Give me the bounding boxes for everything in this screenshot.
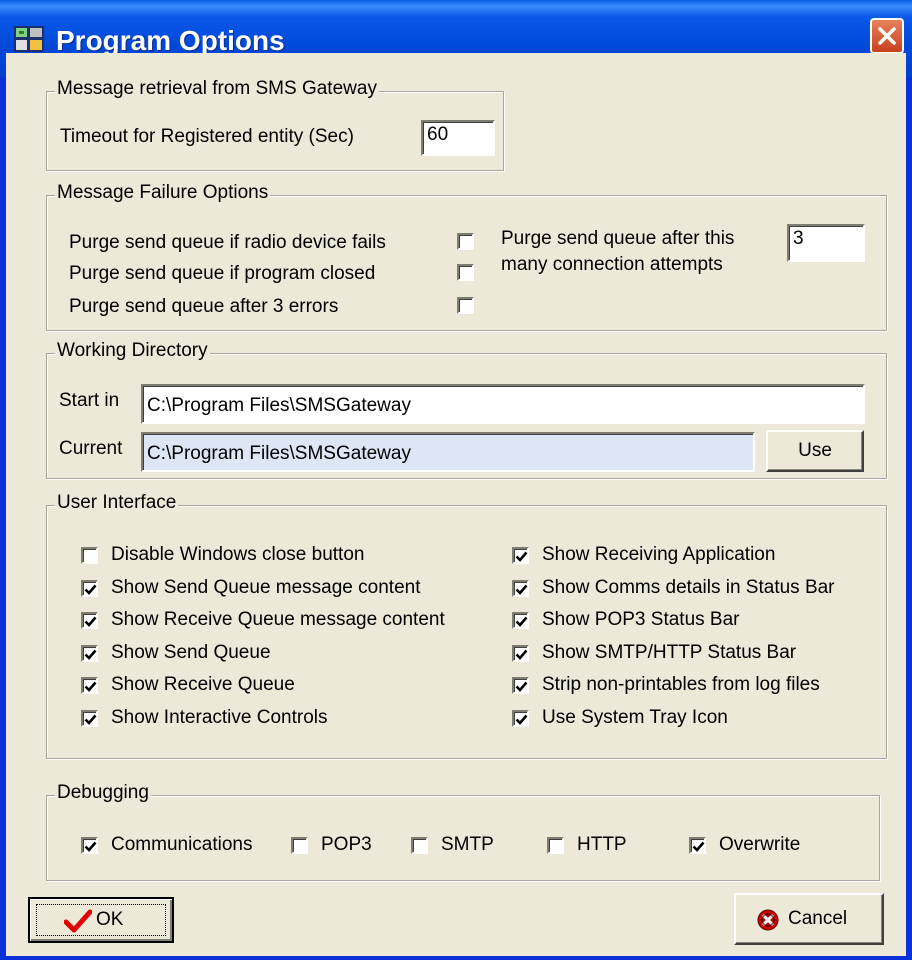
ui-right-option-checkbox[interactable] (512, 677, 529, 694)
ui-left-option-label: Show Interactive Controls (111, 706, 328, 728)
dialog-body: Message retrieval from SMS Gateway Timeo… (6, 53, 906, 956)
debug-option-checkbox[interactable] (411, 837, 428, 854)
cancel-label: Cancel (788, 908, 848, 929)
ui-right-option-label: Show Comms details in Status Bar (542, 576, 835, 598)
debug-option-checkbox[interactable] (81, 837, 98, 854)
check-mark-icon (515, 551, 528, 562)
ok-button[interactable]: OK (28, 897, 174, 943)
failure-legend: Message Failure Options (55, 182, 271, 204)
purge-program-closed-checkbox[interactable] (457, 264, 474, 281)
ui-left-option-label: Disable Windows close button (111, 544, 365, 565)
ui-left-option-checkbox[interactable] (81, 709, 98, 727)
check-mark-icon (84, 616, 97, 627)
check-mark-icon (692, 841, 705, 852)
check-mark-icon (84, 681, 97, 692)
current-input: C:\Program Files\SMSGateway (141, 432, 755, 472)
failure-option-label: Purge send queue if program closed (69, 263, 376, 284)
debug-option-label: SMTP (441, 834, 494, 855)
workdir-legend: Working Directory (55, 340, 210, 362)
ui-right-option-label: Use System Tray Icon (542, 706, 728, 728)
check-mark-icon (515, 714, 528, 725)
debugging-group: Debugging Communications POP3 SMTP HTTP Over… (46, 782, 880, 881)
program-options-window: Program Options Message retrieval from S… (0, 0, 912, 960)
failure-option-label: Purge send queue after 3 errors (69, 296, 339, 317)
ui-left-option-checkbox[interactable] (81, 644, 98, 662)
ui-right-option-label: Strip non-printables from log files (542, 674, 820, 695)
cancel-button[interactable]: Cancel (734, 893, 884, 945)
purge-radio-fail-checkbox[interactable] (457, 233, 474, 250)
debug-option-label: HTTP (577, 834, 627, 855)
attempts-label-line2: many connection attempts (501, 254, 723, 275)
failure-option-label: Purge send queue if radio device fails (69, 232, 386, 253)
ui-left-option-checkbox[interactable] (81, 612, 98, 629)
ui-left-option-checkbox[interactable] (81, 677, 98, 694)
ui-left-option-label: Show Receive Queue (111, 674, 295, 695)
checkmark-icon (64, 909, 92, 933)
check-mark-icon (515, 681, 528, 692)
failure-group: Message Failure Options Purge send queue… (46, 182, 887, 331)
ui-right-option-checkbox[interactable] (512, 547, 529, 564)
check-mark-icon (84, 841, 97, 852)
ui-right-option-checkbox[interactable] (512, 612, 529, 629)
ui-right-option-checkbox[interactable] (512, 644, 529, 662)
ui-right-option-label: Show SMTP/HTTP Status Bar (542, 641, 797, 663)
attempts-input[interactable]: 3 (787, 224, 865, 262)
timeout-label: Timeout for Registered entity (Sec) (60, 126, 354, 147)
close-button[interactable] (870, 18, 904, 54)
ui-legend: User Interface (55, 492, 179, 514)
ui-right-option-checkbox[interactable] (512, 709, 529, 727)
retrieval-legend: Message retrieval from SMS Gateway (55, 78, 379, 100)
use-button[interactable]: Use (766, 430, 864, 472)
ui-left-option-label: Show Send Queue message content (111, 576, 421, 598)
attempts-label-line1: Purge send queue after this (501, 228, 735, 249)
check-mark-icon (515, 584, 528, 595)
close-x-icon (878, 27, 896, 45)
debug-option-checkbox[interactable] (689, 837, 706, 854)
debug-option-label: POP3 (321, 834, 372, 855)
workdir-group: Working Directory Start in C:\Program Fi… (46, 340, 887, 479)
debug-option-label: Overwrite (719, 834, 801, 855)
start-in-input[interactable]: C:\Program Files\SMSGateway (141, 384, 865, 424)
retrieval-group: Message retrieval from SMS Gateway Timeo… (46, 78, 504, 171)
ui-right-option-label: Show Receiving Application (542, 544, 776, 565)
check-mark-icon (84, 584, 97, 595)
purge-3-errors-checkbox[interactable] (457, 297, 474, 314)
check-mark-icon (84, 649, 97, 660)
timeout-input[interactable]: 60 (421, 120, 495, 156)
ui-left-option-checkbox[interactable] (81, 579, 98, 597)
app-icon (13, 24, 45, 54)
user-interface-group: User Interface Disable Windows close but… (46, 492, 887, 759)
start-in-label: Start in (59, 390, 120, 411)
current-label: Current (59, 438, 123, 459)
ui-left-option-label: Show Send Queue (111, 641, 271, 663)
check-mark-icon (515, 649, 528, 660)
debug-option-label: Communications (111, 834, 253, 855)
debug-option-checkbox[interactable] (547, 837, 564, 854)
ui-right-option-checkbox[interactable] (512, 579, 529, 597)
check-mark-icon (84, 714, 97, 725)
debugging-legend: Debugging (55, 782, 151, 804)
ok-label: OK (96, 909, 124, 930)
check-mark-icon (515, 616, 528, 627)
debug-option-checkbox[interactable] (291, 837, 308, 854)
no-entry-icon (757, 909, 779, 931)
ui-right-option-label: Show POP3 Status Bar (542, 609, 740, 630)
ui-left-option-checkbox[interactable] (81, 547, 98, 564)
ui-left-option-label: Show Receive Queue message content (111, 609, 445, 630)
